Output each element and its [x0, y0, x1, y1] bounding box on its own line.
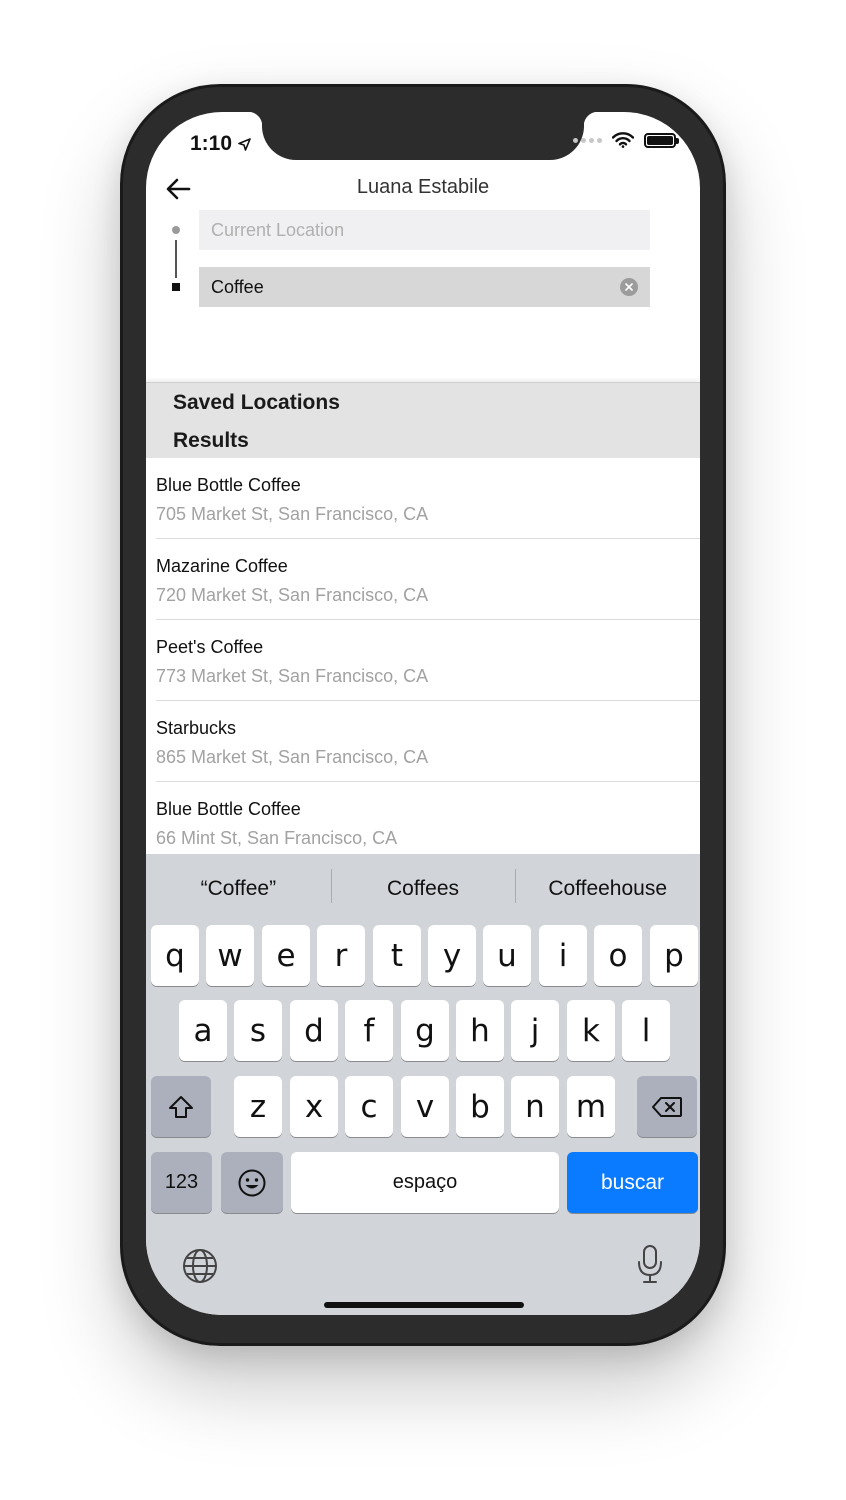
key-f[interactable]: f	[345, 1000, 393, 1061]
keyboard: “Coffee” Coffees Coffeehouse q w e r t y…	[146, 854, 700, 1315]
route-line	[175, 240, 177, 278]
microphone-icon	[638, 1245, 662, 1283]
list-item[interactable]: Starbucks 865 Market St, San Francisco, …	[146, 701, 700, 782]
key-s[interactable]: s	[234, 1000, 282, 1061]
result-name: Mazarine Coffee	[156, 556, 288, 576]
result-name: Blue Bottle Coffee	[156, 799, 301, 819]
destination-square-icon	[172, 283, 180, 291]
section-header: Saved Locations Results	[146, 382, 700, 458]
results-list: Blue Bottle Coffee 705 Market St, San Fr…	[146, 458, 700, 863]
key-z[interactable]: z	[234, 1076, 282, 1137]
close-icon	[625, 283, 633, 291]
result-address: 66 Mint St, San Francisco, CA	[156, 828, 398, 848]
key-t[interactable]: t	[373, 925, 421, 986]
page-title: Luana Estabile	[356, 176, 490, 198]
origin-input[interactable]	[199, 210, 650, 250]
key-m[interactable]: m	[567, 1076, 615, 1137]
cellular-dots-icon	[573, 137, 602, 143]
status-icons	[573, 132, 679, 148]
notch	[248, 112, 598, 160]
result-name: Starbucks	[156, 718, 237, 738]
space-key[interactable]: espaço	[291, 1152, 559, 1213]
key-x[interactable]: x	[290, 1076, 338, 1137]
screen: 1:10 Luana Estabile Saved Locations Resu…	[146, 112, 700, 1315]
list-item[interactable]: Blue Bottle Coffee 705 Market St, San Fr…	[146, 458, 700, 539]
key-y[interactable]: y	[428, 925, 476, 986]
clear-input-button[interactable]	[620, 278, 638, 296]
key-k[interactable]: k	[567, 1000, 615, 1061]
list-item[interactable]: Mazarine Coffee 720 Market St, San Franc…	[146, 539, 700, 620]
suggestion-coffeehouse[interactable]: Coffeehouse	[515, 854, 700, 924]
numbers-key[interactable]: 123	[151, 1152, 212, 1213]
result-address: 720 Market St, San Francisco, CA	[156, 585, 429, 605]
result-name: Peet's Coffee	[156, 637, 264, 657]
backspace-icon	[652, 1096, 682, 1117]
key-e[interactable]: e	[262, 925, 310, 986]
suggestion-bar: “Coffee” Coffees Coffeehouse	[146, 854, 700, 924]
emoji-icon	[238, 1169, 266, 1196]
shift-icon	[169, 1095, 193, 1118]
globe-icon	[183, 1249, 217, 1283]
key-r[interactable]: r	[317, 925, 365, 986]
key-p[interactable]: p	[650, 925, 698, 986]
results-header: Results	[173, 429, 249, 452]
key-v[interactable]: v	[401, 1076, 449, 1137]
key-n[interactable]: n	[511, 1076, 559, 1137]
key-o[interactable]: o	[594, 925, 642, 986]
status-time: 1:10	[190, 132, 251, 156]
key-h[interactable]: h	[456, 1000, 504, 1061]
search-key[interactable]: buscar	[567, 1152, 698, 1213]
emoji-key[interactable]	[221, 1152, 283, 1213]
dictation-button[interactable]	[636, 1244, 664, 1289]
list-item[interactable]: Blue Bottle Coffee 66 Mint St, San Franc…	[146, 782, 700, 863]
globe-button[interactable]	[182, 1248, 218, 1289]
key-l[interactable]: l	[622, 1000, 670, 1061]
key-i[interactable]: i	[539, 925, 587, 986]
list-item[interactable]: Peet's Coffee 773 Market St, San Francis…	[146, 620, 700, 701]
key-c[interactable]: c	[345, 1076, 393, 1137]
delete-key[interactable]	[637, 1076, 697, 1137]
key-q[interactable]: q	[151, 925, 199, 986]
shift-key[interactable]	[151, 1076, 211, 1137]
result-address: 773 Market St, San Francisco, CA	[156, 666, 429, 686]
key-b[interactable]: b	[456, 1076, 504, 1137]
home-indicator	[324, 1302, 524, 1308]
status-time-text: 1:10	[190, 132, 233, 155]
key-a[interactable]: a	[179, 1000, 227, 1061]
key-g[interactable]: g	[401, 1000, 449, 1061]
key-w[interactable]: w	[206, 925, 254, 986]
suggestion-quoted[interactable]: “Coffee”	[146, 854, 331, 924]
key-j[interactable]: j	[511, 1000, 559, 1061]
wifi-icon	[612, 132, 634, 148]
suggestion-coffees[interactable]: Coffees	[330, 854, 516, 924]
battery-icon	[644, 132, 679, 148]
location-arrow-icon	[238, 137, 251, 151]
origin-dot-icon	[172, 226, 180, 234]
destination-input[interactable]	[199, 267, 650, 307]
result-address: 705 Market St, San Francisco, CA	[156, 504, 429, 524]
result-address: 865 Market St, San Francisco, CA	[156, 747, 429, 767]
result-name: Blue Bottle Coffee	[156, 475, 301, 495]
key-u[interactable]: u	[483, 925, 531, 986]
saved-locations-header[interactable]: Saved Locations	[173, 391, 340, 415]
key-d[interactable]: d	[290, 1000, 338, 1061]
